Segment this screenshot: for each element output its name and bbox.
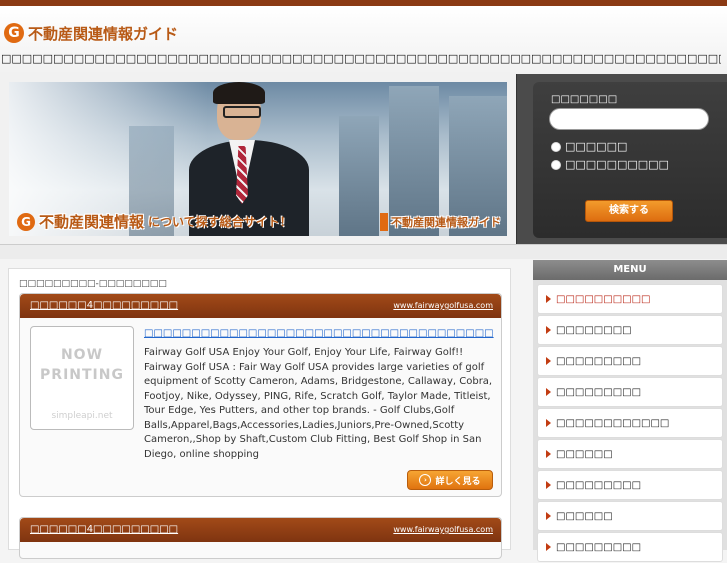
menu-item-label: □□□□□□□□□□ bbox=[556, 293, 651, 305]
menu-item-label: □□□□□□□□□ bbox=[556, 479, 642, 491]
caption-right-text: 不動産関連情報ガイド bbox=[391, 216, 501, 229]
hero-banner: G 不動産関連情報 について探す総合サイト！ 不動産関連情報ガイド bbox=[0, 74, 516, 246]
card-header: □□□□□□4□□□□□□□□□ www.fairwaygolfusa.com bbox=[20, 294, 501, 318]
menu-item-label: □□□□□□□□□ bbox=[556, 541, 642, 553]
breadcrumb: □□□□□□□□□-□□□□□□□□ bbox=[19, 279, 167, 289]
menu-item[interactable]: □□□□□□□□□□□□ bbox=[537, 408, 723, 438]
card-description: Fairway Golf USA Enjoy Your Golf, Enjoy … bbox=[144, 347, 493, 460]
bullet-arrow-icon bbox=[546, 543, 551, 551]
search-button[interactable]: 検索する bbox=[585, 200, 673, 222]
menu-item-label: □□□□□□ bbox=[556, 448, 613, 460]
menu-item-label: □□□□□□ bbox=[556, 510, 613, 522]
bullet-arrow-icon bbox=[546, 512, 551, 520]
search-box: □□□□□□□ □□□□□□ □□□□□□□□□□ 検索する bbox=[533, 82, 727, 238]
hero-caption: G 不動産関連情報 について探す総合サイト！ bbox=[17, 211, 292, 232]
search-input[interactable] bbox=[549, 108, 709, 130]
caption-sub: について探す総合サイト！ bbox=[148, 215, 292, 229]
menu-item-label: □□□□□□□□ bbox=[556, 324, 632, 336]
bullet-arrow-icon bbox=[546, 357, 551, 365]
caption-bar-icon bbox=[380, 213, 388, 231]
menu-item[interactable]: □□□□□□ bbox=[537, 501, 723, 531]
menu-item[interactable]: □□□□□□□□□ bbox=[537, 532, 723, 562]
search-option-2[interactable]: □□□□□□□□□□ bbox=[551, 158, 669, 171]
menu-item[interactable]: □□□□□□□□□ bbox=[537, 346, 723, 376]
search-option-1[interactable]: □□□□□□ bbox=[551, 140, 627, 153]
result-card: □□□□□□4□□□□□□□□□ www.fairwaygolfusa.com bbox=[19, 517, 502, 559]
details-button-label: 詳しく見る bbox=[435, 476, 481, 487]
result-card: □□□□□□4□□□□□□□□□ www.fairwaygolfusa.com … bbox=[19, 293, 502, 497]
menu-item-label: □□□□□□□□□ bbox=[556, 386, 642, 398]
bullet-arrow-icon bbox=[546, 295, 551, 303]
menu-item[interactable]: □□□□□□□□□ bbox=[537, 470, 723, 500]
bullet-arrow-icon bbox=[546, 326, 551, 334]
menu-item[interactable]: □□□□□□□□□□ bbox=[537, 284, 723, 314]
hero-image: G 不動産関連情報 について探す総合サイト！ 不動産関連情報ガイド bbox=[9, 82, 507, 236]
bullet-arrow-icon bbox=[546, 481, 551, 489]
hero-caption-right: 不動産関連情報ガイド bbox=[380, 213, 501, 231]
thumb-text-now: NOW bbox=[60, 347, 104, 363]
search-option-label: □□□□□□□□□□ bbox=[565, 158, 669, 171]
site-header: G 不動産関連情報ガイド □□□□□□□□□□□□□□□□□□□□□□□□□□□… bbox=[0, 6, 727, 74]
sidebar: MENU □□□□□□□□□□ □□□□□□□□ □□□□□□□□□ □□□□□… bbox=[533, 260, 727, 562]
card-domain-link[interactable]: www.fairwaygolfusa.com bbox=[393, 301, 493, 310]
main-content: □□□□□□□□□-□□□□□□□□ □□□□□□4□□□□□□□□□ www.… bbox=[8, 268, 511, 559]
menu-list: □□□□□□□□□□ □□□□□□□□ □□□□□□□□□ □□□□□□□□□ … bbox=[537, 284, 723, 563]
arrow-circle-icon: › bbox=[419, 474, 432, 486]
radio-icon[interactable] bbox=[551, 159, 561, 170]
section-divider bbox=[0, 244, 727, 259]
bullet-arrow-icon bbox=[546, 388, 551, 396]
search-option-label: □□□□□□ bbox=[565, 140, 628, 153]
radio-icon[interactable] bbox=[551, 141, 561, 152]
menu-item-label: □□□□□□□□□□□□ bbox=[556, 417, 670, 429]
card-domain-link[interactable]: www.fairwaygolfusa.com bbox=[393, 525, 493, 534]
logo-text: 不動産関連情報ガイド bbox=[28, 24, 179, 43]
site-logo[interactable]: G 不動産関連情報ガイド bbox=[4, 22, 178, 44]
card-link[interactable]: □□□□□□□□□□□□□□□□□□□□□□□□□□□□□□□□□□□□□ bbox=[144, 328, 494, 339]
bullet-arrow-icon bbox=[546, 450, 551, 458]
card-thumbnail[interactable]: NOW PRINTING simpleapi.net bbox=[30, 326, 134, 430]
search-label: □□□□□□□ bbox=[551, 94, 618, 105]
thumb-text-printing: PRINTING bbox=[40, 367, 124, 383]
menu-item[interactable]: □□□□□□□□□ bbox=[537, 377, 723, 407]
logo-g-icon: G bbox=[4, 23, 24, 43]
site-tagline: □□□□□□□□□□□□□□□□□□□□□□□□□□□□□□□□□□□□□□□□… bbox=[1, 52, 721, 65]
menu-item[interactable]: □□□□□□□□ bbox=[537, 315, 723, 345]
caption-g-icon: G bbox=[17, 212, 35, 231]
menu-item[interactable]: □□□□□□ bbox=[537, 439, 723, 469]
details-button[interactable]: › 詳しく見る bbox=[407, 470, 493, 490]
card-title-link[interactable]: □□□□□□4□□□□□□□□□ bbox=[30, 524, 178, 535]
menu-heading: MENU bbox=[533, 260, 727, 280]
thumb-footer: simpleapi.net bbox=[51, 411, 113, 421]
card-header: □□□□□□4□□□□□□□□□ www.fairwaygolfusa.com bbox=[20, 518, 501, 542]
bullet-arrow-icon bbox=[546, 419, 551, 427]
menu-item-label: □□□□□□□□□ bbox=[556, 355, 642, 367]
caption-main: 不動産関連情報 bbox=[39, 213, 145, 231]
card-title-link[interactable]: □□□□□□4□□□□□□□□□ bbox=[30, 300, 178, 311]
search-panel: □□□□□□□ □□□□□□ □□□□□□□□□□ 検索する bbox=[516, 74, 727, 244]
